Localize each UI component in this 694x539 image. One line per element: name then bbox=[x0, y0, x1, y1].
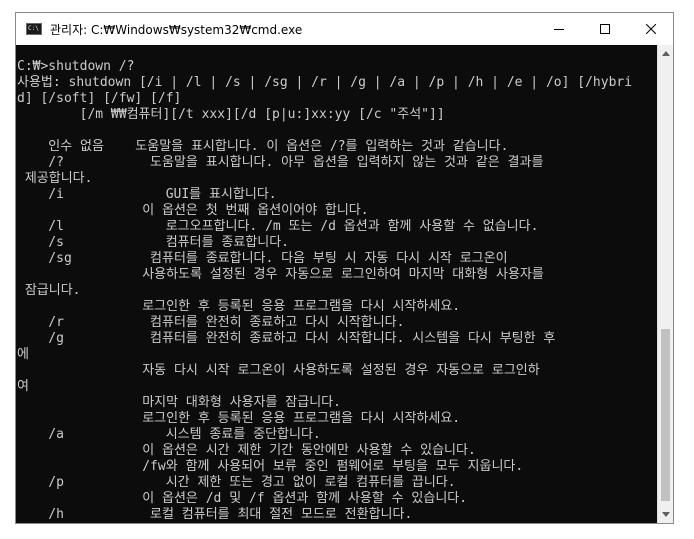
vertical-scrollbar[interactable] bbox=[657, 45, 673, 523]
console-line: [/m ₩₩컴퓨터][/t xxx][/d [p|u:]xx:yy [/c "주… bbox=[17, 107, 445, 122]
cmd-app-icon[interactable]: C:\ bbox=[26, 23, 42, 35]
minimize-icon bbox=[554, 29, 564, 30]
console-line: /fw와 함께 사용되어 보류 중인 펌웨어로 부팅을 모두 지웁니다. bbox=[17, 459, 524, 474]
console-line: /i GUI를 표시합니다. bbox=[17, 187, 277, 202]
console-line: /sg 컴퓨터를 종료합니다. 다음 부팅 시 자동 다시 시작 로그온이 bbox=[17, 251, 508, 266]
console-line: 이 옵션은 시간 제한 기간 동안에만 사용할 수 있습니다. bbox=[17, 443, 476, 458]
console-line: 로그인한 후 등록된 응용 프로그램을 다시 시작하세요. bbox=[17, 299, 461, 314]
cmd-window: C:\ 관리자: C:₩Windows₩system32₩cmd.exe C:₩… bbox=[15, 12, 674, 524]
console-line: /? 도움말을 표시합니다. 아무 옵션을 입력하지 않는 것과 같은 결과를 bbox=[17, 155, 544, 170]
console-line: 로그인한 후 등록된 응용 프로그램을 다시 시작하세요. bbox=[17, 411, 461, 426]
console-line: /p 시간 제한 또는 경고 없이 로컬 컴퓨터를 끕니다. bbox=[17, 475, 456, 490]
console-line: /a 시스템 종료를 중단합니다. bbox=[17, 427, 321, 442]
console-line: 에 bbox=[17, 347, 29, 362]
close-icon bbox=[646, 24, 656, 34]
console-line: /s 컴퓨터를 종료합니다. bbox=[17, 235, 289, 250]
console-lines: C:₩>shutdown /? 사용법: shutdown [/i | /l | … bbox=[17, 59, 657, 523]
maximize-icon bbox=[600, 24, 610, 34]
console-line: 이 옵션은 /d 및 /f 옵션과 함께 사용할 수 있습니다. bbox=[17, 491, 468, 506]
console-line: /g 컴퓨터를 완전히 종료하고 다시 시작합니다. 시스템을 다시 부팅한 후 bbox=[17, 331, 556, 346]
console-line: 잠급니다. bbox=[17, 283, 81, 298]
console-line: 여 bbox=[17, 379, 29, 394]
maximize-button[interactable] bbox=[582, 13, 628, 45]
console-line: d] [/soft] [/fw] [/f] bbox=[17, 91, 182, 106]
scroll-down-button[interactable] bbox=[658, 506, 673, 523]
scroll-up-button[interactable] bbox=[658, 45, 673, 62]
console-line: /r 컴퓨터를 완전히 종료하고 다시 시작합니다. bbox=[17, 315, 405, 330]
console-line: 마지막 대화형 사용자를 잠급니다. bbox=[17, 395, 341, 410]
console-line: 인수 없음 도움말을 표시합니다. 이 옵션은 /?를 입력하는 것과 같습니다… bbox=[17, 139, 509, 154]
console-line: 사용법: shutdown [/i | /l | /s | /sg | /r |… bbox=[17, 75, 633, 90]
scroll-up-arrow-icon bbox=[661, 51, 670, 56]
scroll-down-arrow-icon bbox=[661, 512, 670, 517]
console-line: /h 로컬 컴퓨터를 최대 절전 모드로 전환합니다. bbox=[17, 507, 413, 522]
minimize-button[interactable] bbox=[536, 13, 582, 45]
console-line: 자동 다시 시작 로그온이 사용하도록 설정된 경우 자동으로 로그인하 bbox=[17, 363, 540, 378]
console-line: 사용하도록 설정된 경우 자동으로 로그인하여 마지막 대화형 사용자를 bbox=[17, 267, 544, 282]
window-title: 관리자: C:₩Windows₩system32₩cmd.exe bbox=[50, 23, 303, 37]
title-bar[interactable]: C:\ 관리자: C:₩Windows₩system32₩cmd.exe bbox=[16, 13, 673, 45]
console-line: 이 옵션은 첫 번째 옵션이어야 합니다. bbox=[17, 203, 369, 218]
console-output[interactable]: C:₩>shutdown /? 사용법: shutdown [/i | /l | … bbox=[16, 45, 657, 523]
close-button[interactable] bbox=[628, 13, 674, 45]
console-line: C:₩>shutdown /? bbox=[17, 59, 135, 74]
scroll-thumb[interactable] bbox=[661, 329, 670, 501]
console-line: /l 로그오프합니다. /m 또는 /d 옵션과 함께 사용할 수 없습니다. bbox=[17, 219, 539, 234]
console-line: 제공합니다. bbox=[17, 171, 93, 186]
